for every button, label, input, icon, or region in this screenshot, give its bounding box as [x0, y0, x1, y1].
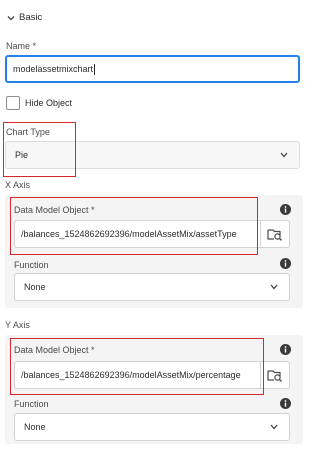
name-input[interactable]: modelassetmixchart [5, 55, 300, 83]
basic-section-toggle[interactable]: Basic [6, 12, 42, 23]
hide-object-checkbox[interactable] [6, 96, 20, 110]
chevron-down-icon [7, 15, 15, 20]
chevron-down-icon [270, 424, 278, 430]
chart-type-value: Pie [15, 150, 29, 160]
text-caret [94, 63, 96, 75]
x-function-value: None [24, 282, 46, 292]
section-title: Basic [19, 12, 43, 23]
y-dmo-label: Data Model Object * [14, 345, 95, 355]
x-function-select[interactable]: None [14, 273, 290, 301]
chart-type-label: Chart Type [6, 127, 50, 137]
y-dmo-value: /balances_1524862692396/modelAssetMix/pe… [21, 370, 241, 380]
browse-data-icon [267, 229, 283, 241]
properties-panel: Basic Name * modelassetmixchart Hide Obj… [0, 0, 316, 463]
x-dmo-label: Data Model Object * [14, 205, 95, 215]
name-input-value: modelassetmixchart [13, 64, 94, 74]
name-label: Name * [6, 41, 37, 51]
browse-data-icon [267, 370, 283, 382]
y-browse-data-button[interactable] [261, 361, 290, 389]
x-dmo-value: /balances_1524862692396/modelAssetMix/as… [21, 229, 237, 239]
chevron-down-icon [270, 284, 278, 290]
y-function-label: Function [14, 399, 49, 409]
x-data-model-object-input[interactable]: /balances_1524862692396/modelAssetMix/as… [14, 220, 261, 248]
info-icon[interactable] [280, 398, 291, 409]
chart-type-select[interactable]: Pie [5, 141, 300, 169]
y-function-value: None [24, 422, 46, 432]
y-function-select[interactable]: None [14, 413, 290, 441]
y-data-model-object-input[interactable]: /balances_1524862692396/modelAssetMix/pe… [14, 361, 261, 389]
x-axis-heading: X Axis [5, 180, 31, 190]
info-icon[interactable] [280, 258, 291, 269]
chevron-down-icon [280, 152, 288, 158]
y-axis-heading: Y Axis [5, 320, 30, 330]
info-icon[interactable] [280, 344, 291, 355]
hide-object-label: Hide Object [25, 98, 73, 108]
x-browse-data-button[interactable] [261, 220, 290, 248]
info-icon[interactable] [280, 204, 291, 215]
x-function-label: Function [14, 260, 49, 270]
